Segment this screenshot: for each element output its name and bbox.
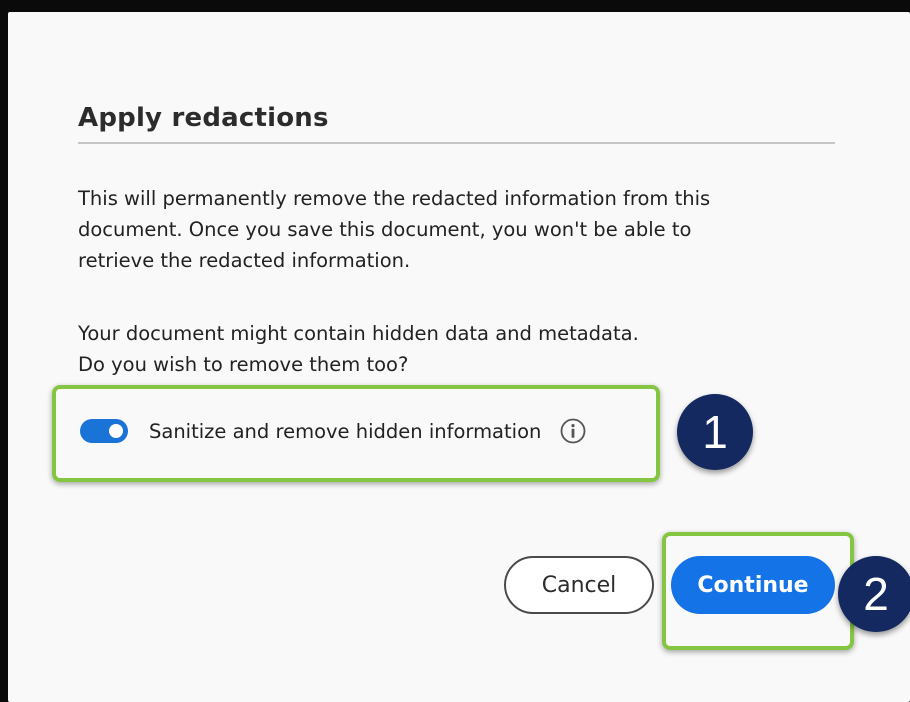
warning-line: This will permanently remove the redacte…	[78, 187, 711, 210]
annotation-badge-1: 1	[677, 394, 753, 470]
warning-line: retrieve the redacted information.	[78, 249, 411, 272]
annotation-highlight-continue	[662, 532, 854, 650]
annotation-highlight-sanitize	[52, 385, 660, 482]
annotation-badge-2: 2	[838, 556, 910, 632]
title-divider	[78, 142, 835, 144]
cancel-button[interactable]: Cancel	[504, 556, 654, 614]
dialog-title: Apply redactions	[78, 103, 329, 133]
redaction-warning-text: This will permanently remove the redacte…	[78, 183, 838, 276]
hidden-data-question-text: Your document might contain hidden data …	[78, 318, 838, 380]
question-line: Your document might contain hidden data …	[78, 322, 639, 345]
question-line: Do you wish to remove them too?	[78, 353, 409, 376]
warning-line: document. Once you save this document, y…	[78, 218, 692, 241]
